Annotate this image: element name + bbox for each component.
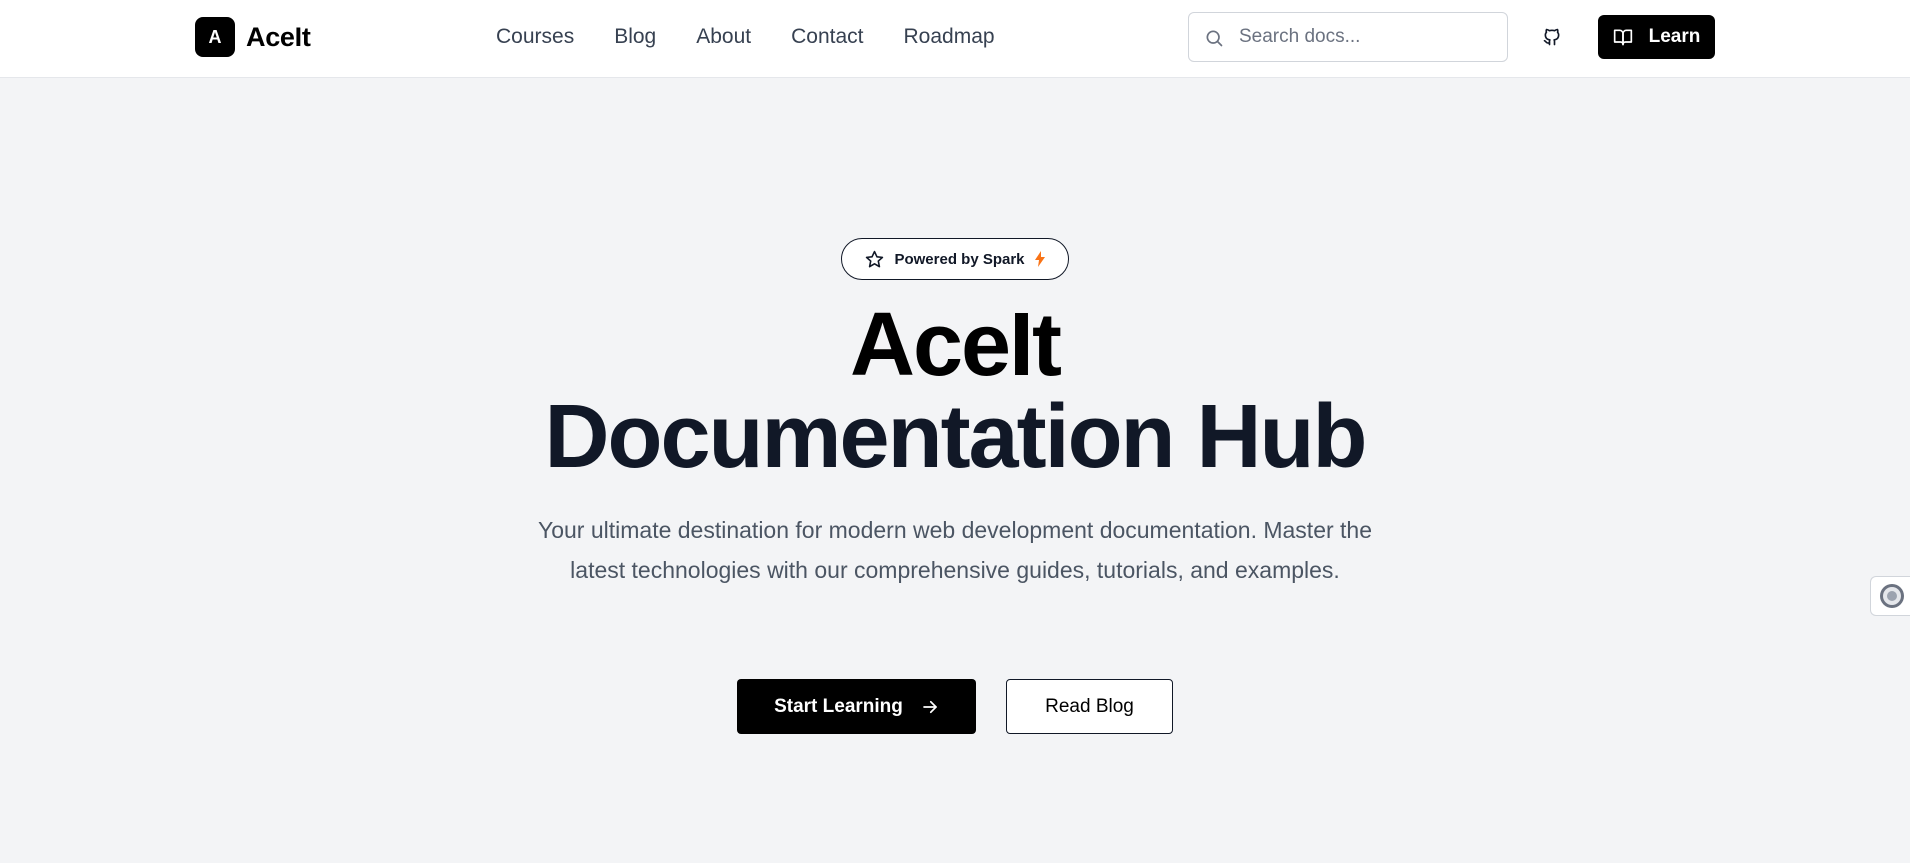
lightning-icon <box>1034 251 1045 267</box>
read-blog-button[interactable]: Read Blog <box>1006 679 1173 734</box>
brand-logo-link[interactable]: A AceIt <box>195 17 311 57</box>
learn-button[interactable]: Learn <box>1598 15 1715 59</box>
accessibility-widget[interactable] <box>1870 576 1910 616</box>
top-navbar: A AceIt Courses Blog About Contact Roadm… <box>0 0 1910 78</box>
hero-title-line-2: Documentation Hub <box>544 387 1368 487</box>
start-learning-button[interactable]: Start Learning <box>737 679 976 734</box>
nav-link-contact[interactable]: Contact <box>791 24 863 50</box>
github-icon <box>1543 28 1560 46</box>
search-box <box>1188 12 1508 62</box>
search-input[interactable] <box>1189 13 1507 61</box>
arrow-right-icon <box>923 700 937 713</box>
hero-section: Powered by Spark AceIt Documentation Hub… <box>0 79 1910 863</box>
github-button[interactable] <box>1535 17 1569 57</box>
main-nav: Courses Blog About Contact Roadmap <box>496 24 1035 50</box>
start-learning-label: Start Learning <box>774 695 903 717</box>
hero-title: AceIt Documentation Hub <box>0 299 1910 483</box>
book-open-icon <box>1613 29 1632 46</box>
accessibility-icon <box>1880 584 1904 608</box>
hero-title-line-1: AceIt <box>849 295 1062 395</box>
brand-name: AceIt <box>246 21 311 52</box>
brand-mark: A <box>195 17 235 57</box>
learn-button-label: Learn <box>1648 26 1701 47</box>
search-icon <box>1206 30 1223 47</box>
star-icon <box>866 250 884 267</box>
powered-by-badge: Powered by Spark <box>841 238 1069 280</box>
hero-subtitle: Your ultimate destination for modern web… <box>537 517 1373 583</box>
nav-link-courses[interactable]: Courses <box>496 24 574 50</box>
badge-label: Powered by Spark <box>894 250 1025 268</box>
nav-link-blog[interactable]: Blog <box>614 24 656 50</box>
nav-link-roadmap[interactable]: Roadmap <box>904 24 995 50</box>
nav-link-about[interactable]: About <box>696 24 751 50</box>
